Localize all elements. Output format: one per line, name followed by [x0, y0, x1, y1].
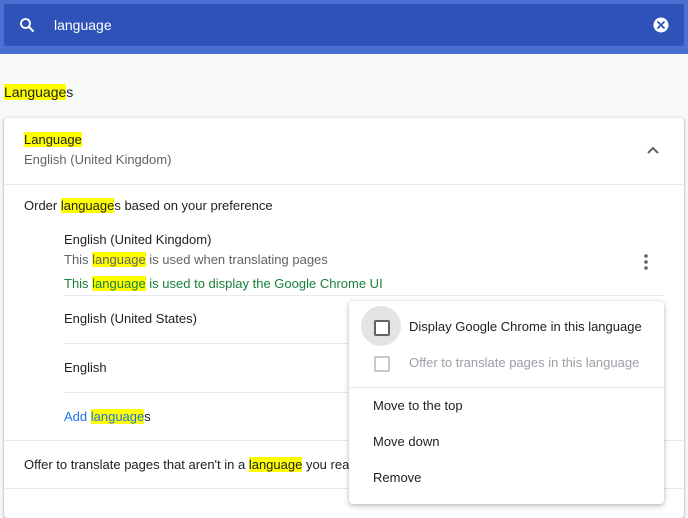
clear-search-icon[interactable]	[652, 16, 670, 34]
language-actions-menu: Display Google Chrome in this language O…	[349, 301, 664, 504]
offer-translate-menu-label: Offer to translate pages in this languag…	[409, 355, 640, 370]
display-chrome-label[interactable]: Display Google Chrome in this language	[409, 319, 642, 334]
search-highlight: language	[60, 198, 115, 213]
remove-menu-item[interactable]: Remove	[373, 470, 421, 485]
search-highlight: Language	[24, 132, 82, 147]
search-highlight: language	[248, 457, 303, 472]
language-item-name: English (United Kingdom)	[64, 232, 212, 247]
move-down-menu-item[interactable]: Move down	[373, 434, 439, 449]
search-highlight: language	[90, 409, 145, 424]
add-languages-button[interactable]: Add languages	[64, 409, 151, 424]
settings-search-box[interactable]: language	[4, 4, 684, 46]
language-item-name: English (United States)	[64, 311, 197, 326]
language-item-ui-note: This language is used to display the Goo…	[64, 276, 383, 291]
language-header-title[interactable]: Language	[24, 132, 82, 147]
divider	[4, 184, 684, 185]
menu-divider	[349, 387, 664, 388]
language-item-name: English	[64, 360, 107, 375]
display-chrome-checkbox[interactable]	[374, 320, 390, 336]
more-actions-icon[interactable]	[636, 252, 656, 272]
search-toolbar: language	[0, 0, 688, 54]
search-input[interactable]: language	[54, 17, 112, 33]
move-to-top-menu-item[interactable]: Move to the top	[373, 398, 463, 413]
search-icon[interactable]	[18, 16, 36, 34]
search-highlight: language	[92, 276, 146, 291]
search-highlight: Language	[4, 84, 67, 100]
offer-translate-checkbox	[374, 356, 390, 372]
order-languages-label: Order languages based on your preference	[24, 198, 273, 213]
divider	[64, 295, 664, 296]
offer-translate-label: Offer to translate pages that aren't in …	[24, 457, 357, 472]
chevron-up-icon[interactable]	[644, 143, 662, 157]
search-highlight: language	[92, 252, 146, 267]
language-header-subtitle: English (United Kingdom)	[24, 152, 172, 167]
language-item-translate-note: This language is used when translating p…	[64, 252, 328, 267]
section-title-languages: Languages	[4, 84, 74, 100]
